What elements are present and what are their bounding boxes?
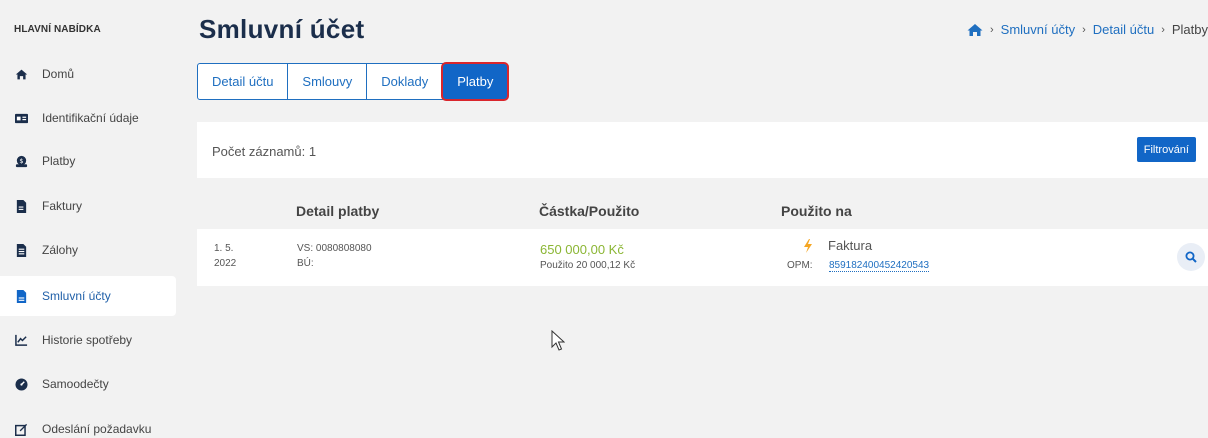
- sidebar-item-faktury[interactable]: Faktury: [0, 186, 176, 226]
- sidebar-item-label: Smluvní účty: [42, 289, 111, 303]
- chevron-right-icon: ›: [1161, 23, 1165, 36]
- page-title: Smluvní účet: [199, 14, 365, 44]
- used-on-type: Faktura: [828, 238, 873, 253]
- search-icon: [1185, 251, 1197, 263]
- sidebar: HLAVNÍ NABÍDKA Domů Identifikační údaje …: [0, 0, 176, 438]
- breadcrumb-link-smluvni-ucty[interactable]: Smluvní účty: [1001, 22, 1075, 37]
- breadcrumb-link-detail-uctu[interactable]: Detail účtu: [1093, 22, 1154, 37]
- edit-icon: [14, 422, 28, 436]
- chevron-right-icon: ›: [990, 23, 994, 36]
- column-header-castka: Částka/Použito: [539, 203, 640, 219]
- sidebar-item-platby[interactable]: $ Platby: [0, 141, 176, 181]
- sidebar-header: HLAVNÍ NABÍDKA: [14, 24, 101, 35]
- sidebar-item-label: Samoodečty: [42, 377, 109, 391]
- breadcrumb-current: Platby: [1171, 22, 1208, 37]
- file-icon: [14, 289, 28, 303]
- mouse-cursor-icon: [551, 330, 565, 351]
- sidebar-item-label: Identifikační údaje: [42, 111, 139, 125]
- column-header-pouzito-na: Použito na: [781, 203, 852, 219]
- sidebar-item-odeslani-pozadavku[interactable]: Odeslání požadavku: [0, 409, 176, 438]
- column-header-detail-platby: Detail platby: [296, 203, 380, 219]
- detail-search-button[interactable]: [1177, 243, 1205, 271]
- chevron-right-icon: ›: [1082, 23, 1086, 36]
- payment-detail: VS: 0080808080 BÚ:: [297, 241, 372, 271]
- record-count: Počet záznamů: 1: [212, 144, 317, 159]
- record-count-bar: Počet záznamů: 1 Filtrování: [197, 122, 1208, 178]
- sidebar-item-label: Odeslání požadavku: [42, 422, 152, 436]
- home-icon: [14, 67, 28, 81]
- sidebar-item-historie-spotreby[interactable]: Historie spotřeby: [0, 320, 176, 360]
- opm-label: OPM:: [787, 260, 813, 271]
- sidebar-item-smluvni-ucty[interactable]: Smluvní účty: [0, 276, 176, 316]
- breadcrumb: › Smluvní účty › Detail účtu › Platby: [967, 22, 1208, 37]
- table-row: 1. 5. 2022 VS: 0080808080 BÚ: 650 000,00…: [197, 229, 1208, 286]
- lightning-icon: [804, 239, 812, 253]
- meter-icon: [14, 377, 28, 391]
- payment-date: 1. 5. 2022: [214, 243, 237, 269]
- payment-used: Použito 20 000,12 Kč: [540, 260, 636, 271]
- filter-button[interactable]: Filtrování: [1136, 137, 1196, 162]
- sidebar-item-samoodecty[interactable]: Samoodečty: [0, 364, 176, 404]
- money-bag-icon: $: [14, 154, 28, 168]
- sidebar-item-domu[interactable]: Domů: [0, 54, 176, 94]
- payment-amount: 650 000,00 Kč: [540, 242, 624, 257]
- document-icon: [14, 243, 28, 257]
- svg-text:$: $: [19, 156, 23, 164]
- id-card-icon: [14, 111, 28, 125]
- sidebar-item-identifikacni-udaje[interactable]: Identifikační údaje: [0, 98, 176, 138]
- tab-doklady[interactable]: Doklady: [367, 63, 444, 100]
- tab-platby[interactable]: Platby: [441, 62, 510, 101]
- sidebar-item-label: Zálohy: [42, 243, 79, 257]
- sidebar-item-label: Faktury: [42, 199, 83, 213]
- sidebar-item-label: Historie spotřeby: [42, 333, 133, 347]
- chart-icon: [14, 333, 28, 347]
- opm-link[interactable]: 859182400452420543: [829, 260, 930, 272]
- sidebar-item-label: Domů: [42, 67, 75, 81]
- tab-smlouvy[interactable]: Smlouvy: [288, 63, 368, 100]
- tab-bar: Detail účtu Smlouvy Doklady Platby: [197, 62, 510, 101]
- variable-symbol: VS: 0080808080: [297, 243, 372, 254]
- tab-detail-uctu[interactable]: Detail účtu: [197, 63, 289, 100]
- invoice-icon: [14, 199, 28, 213]
- sidebar-item-zalohy[interactable]: Zálohy: [0, 230, 176, 270]
- sidebar-item-label: Platby: [42, 154, 76, 168]
- bank-account: BÚ:: [297, 258, 314, 269]
- home-icon[interactable]: [967, 23, 983, 37]
